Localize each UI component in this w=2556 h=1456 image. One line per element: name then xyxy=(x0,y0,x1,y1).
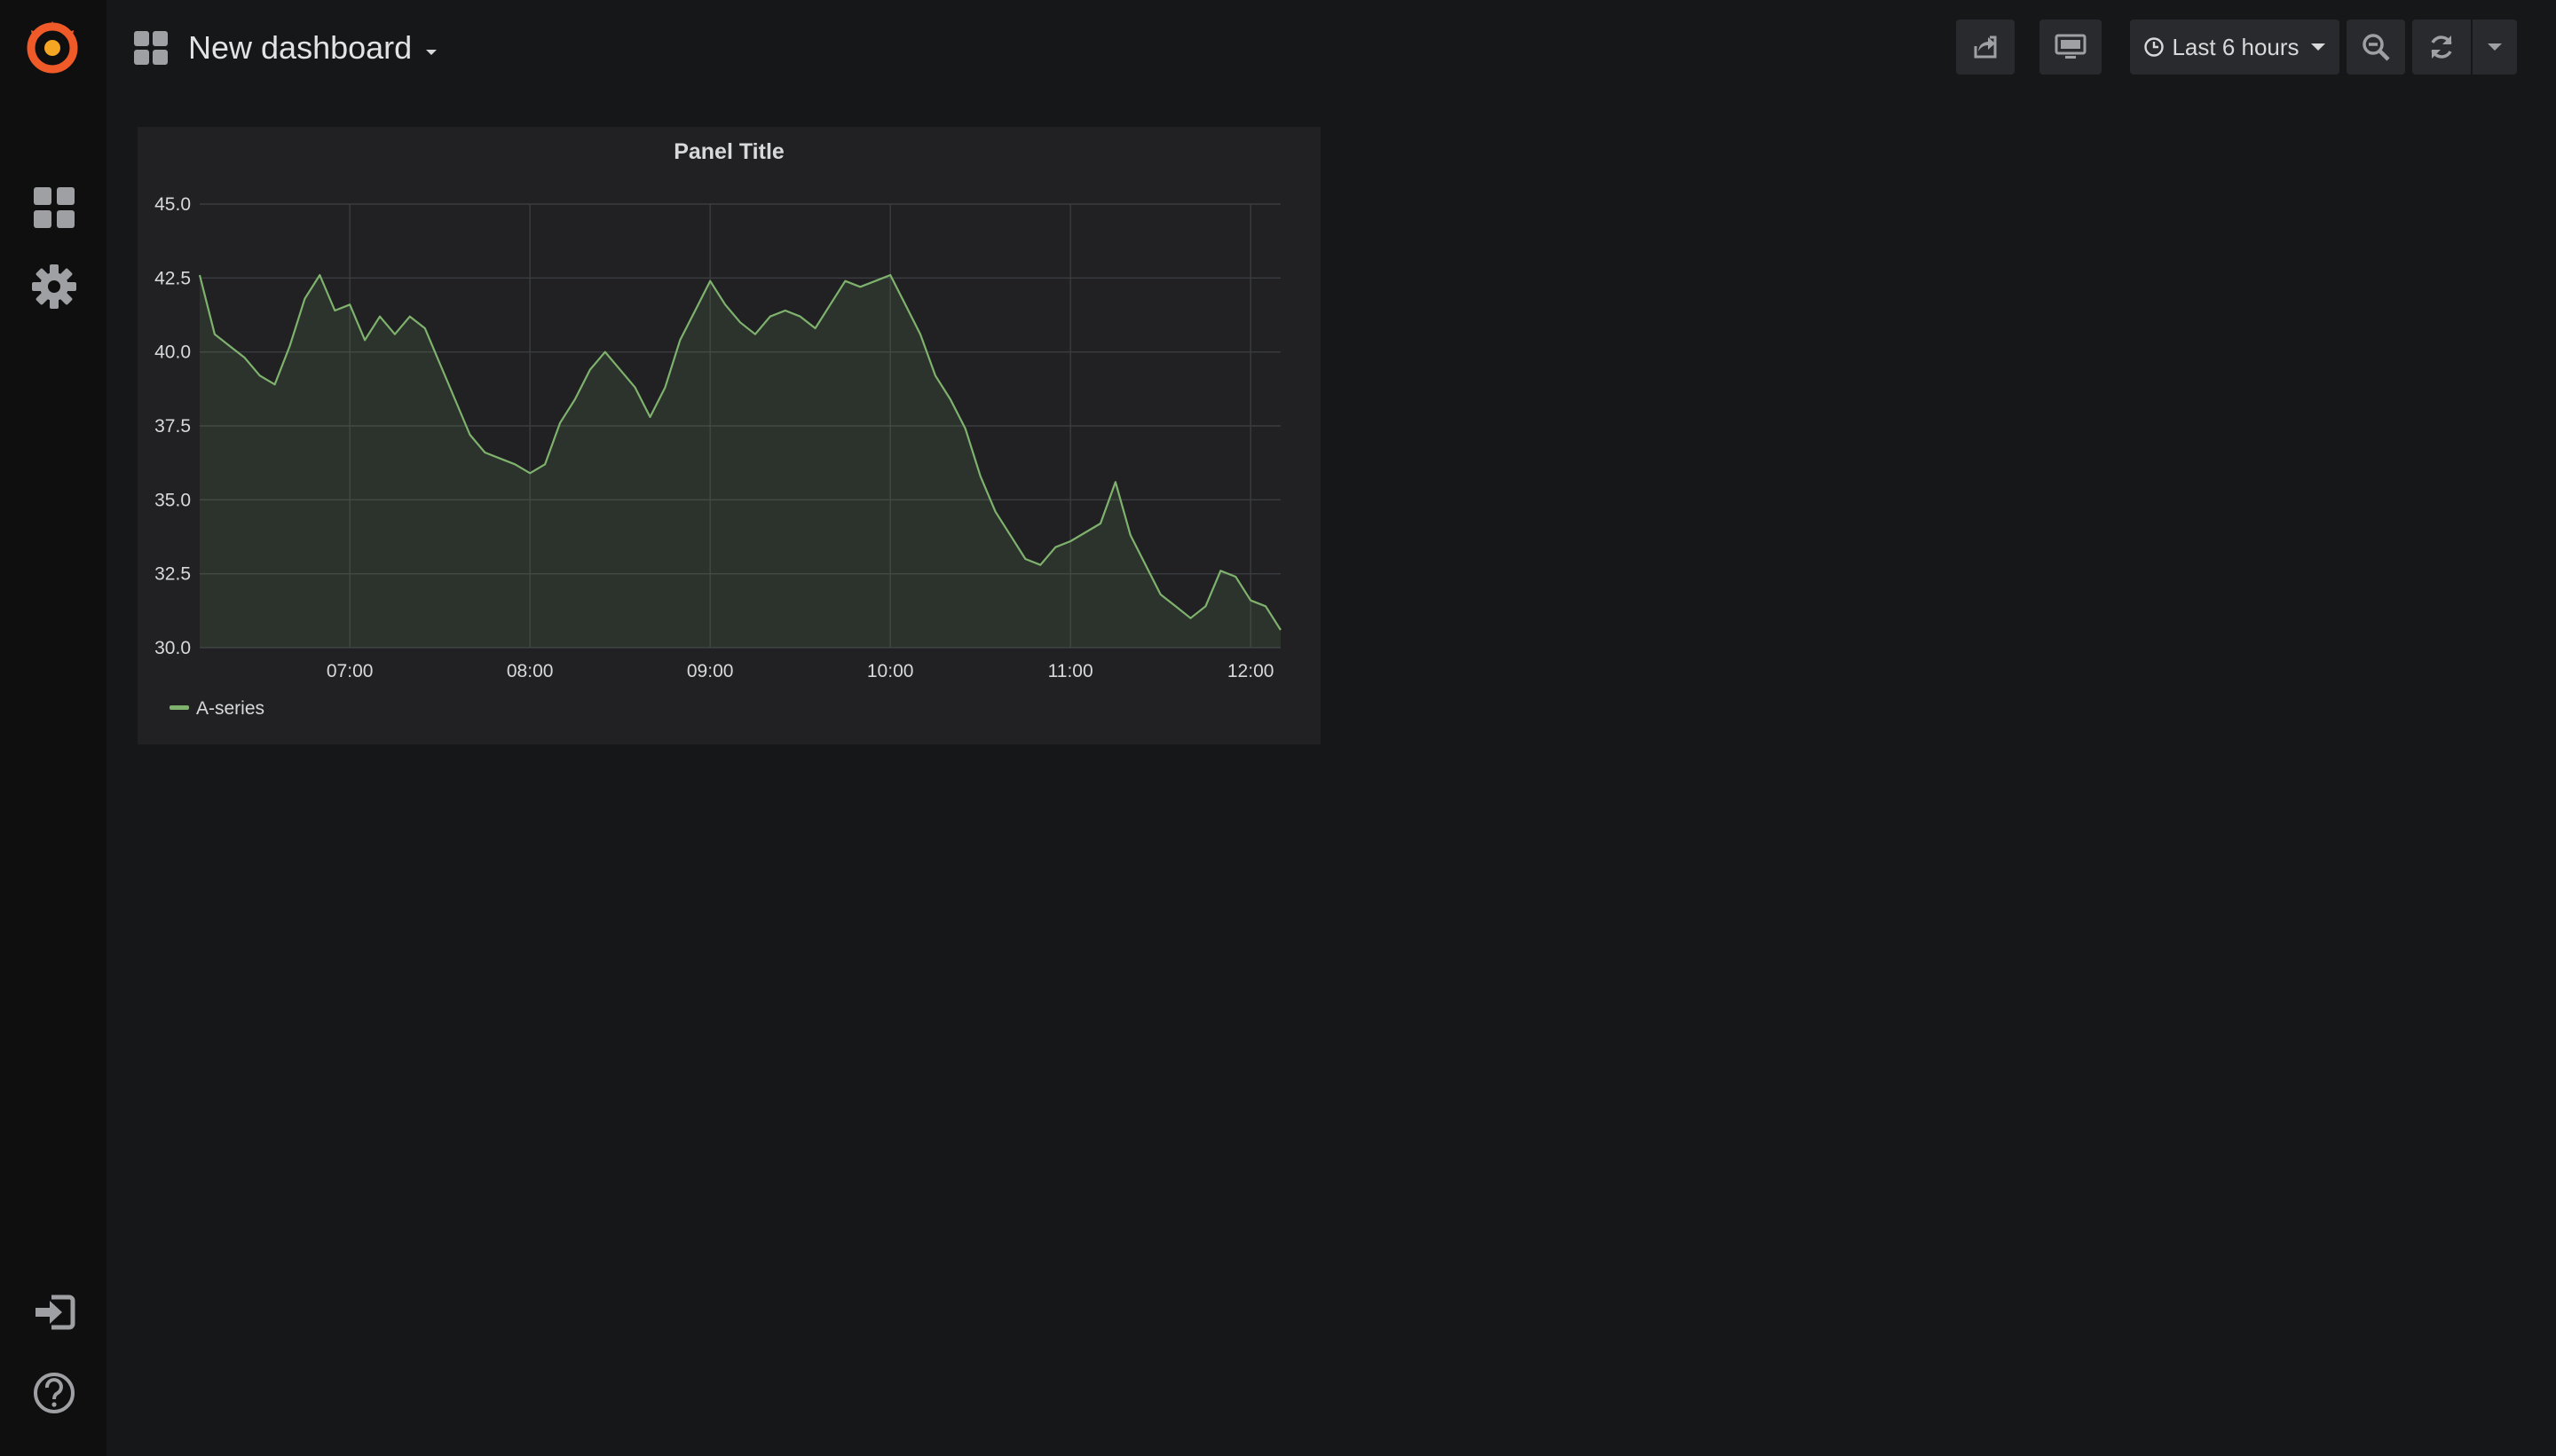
caret-down-icon xyxy=(426,50,438,55)
y-tick-label: 42.5 xyxy=(154,268,191,288)
help-icon[interactable] xyxy=(30,1369,78,1417)
graph-panel: Panel Title 30.0 32.5 35.0 37.5 40.0 42.5 45.0… xyxy=(138,127,1321,744)
x-tick-label: 08:00 xyxy=(507,661,554,681)
x-tick-label: 09:00 xyxy=(687,661,734,681)
x-tick-label: 11:00 xyxy=(1048,661,1093,681)
dashboard-title: New dashboard xyxy=(188,29,413,66)
y-tick-label: 32.5 xyxy=(154,564,191,585)
y-tick-label: 40.0 xyxy=(154,342,191,363)
refresh-button[interactable] xyxy=(2412,20,2471,75)
graph-chart[interactable]: 30.0 32.5 35.0 37.5 40.0 42.5 45.0 07:00 08:00 0… xyxy=(138,127,1321,744)
y-tick-label: 37.5 xyxy=(154,416,191,437)
tv-mode-button[interactable] xyxy=(2039,20,2102,75)
refresh-icon xyxy=(2431,35,2452,59)
share-button[interactable] xyxy=(1956,20,2015,75)
legend-item[interactable]: A-series xyxy=(196,698,264,719)
x-tick-label: 10:00 xyxy=(867,661,914,681)
gear-icon[interactable] xyxy=(30,263,78,311)
share-icon xyxy=(1974,35,1997,59)
sidebar xyxy=(0,0,106,1456)
sign-in-icon[interactable] xyxy=(30,1288,78,1336)
y-tick-label: 45.0 xyxy=(154,194,191,215)
time-range-label: Last 6 hours xyxy=(2172,33,2300,60)
grafana-logo-icon[interactable] xyxy=(24,18,81,75)
zoom-out-icon xyxy=(2363,34,2390,61)
dashboards-icon[interactable] xyxy=(30,184,78,232)
clock-icon xyxy=(2144,37,2165,57)
x-tick-label: 07:00 xyxy=(327,661,374,681)
time-picker-button[interactable]: Last 6 hours xyxy=(2130,20,2339,75)
y-tick-label: 35.0 xyxy=(154,490,191,510)
dashboard-picker[interactable]: New dashboard xyxy=(133,21,438,75)
x-tick-label: 12:00 xyxy=(1227,661,1274,681)
y-tick-label: 30.0 xyxy=(154,638,191,658)
legend-swatch xyxy=(170,705,189,710)
dashboards-icon xyxy=(134,31,168,65)
refresh-interval-dropdown[interactable] xyxy=(2473,20,2517,75)
zoom-out-button[interactable] xyxy=(2347,20,2405,75)
caret-down-icon xyxy=(2310,43,2325,51)
caret-down-icon xyxy=(2488,43,2502,51)
tv-mode-icon xyxy=(2055,34,2087,59)
